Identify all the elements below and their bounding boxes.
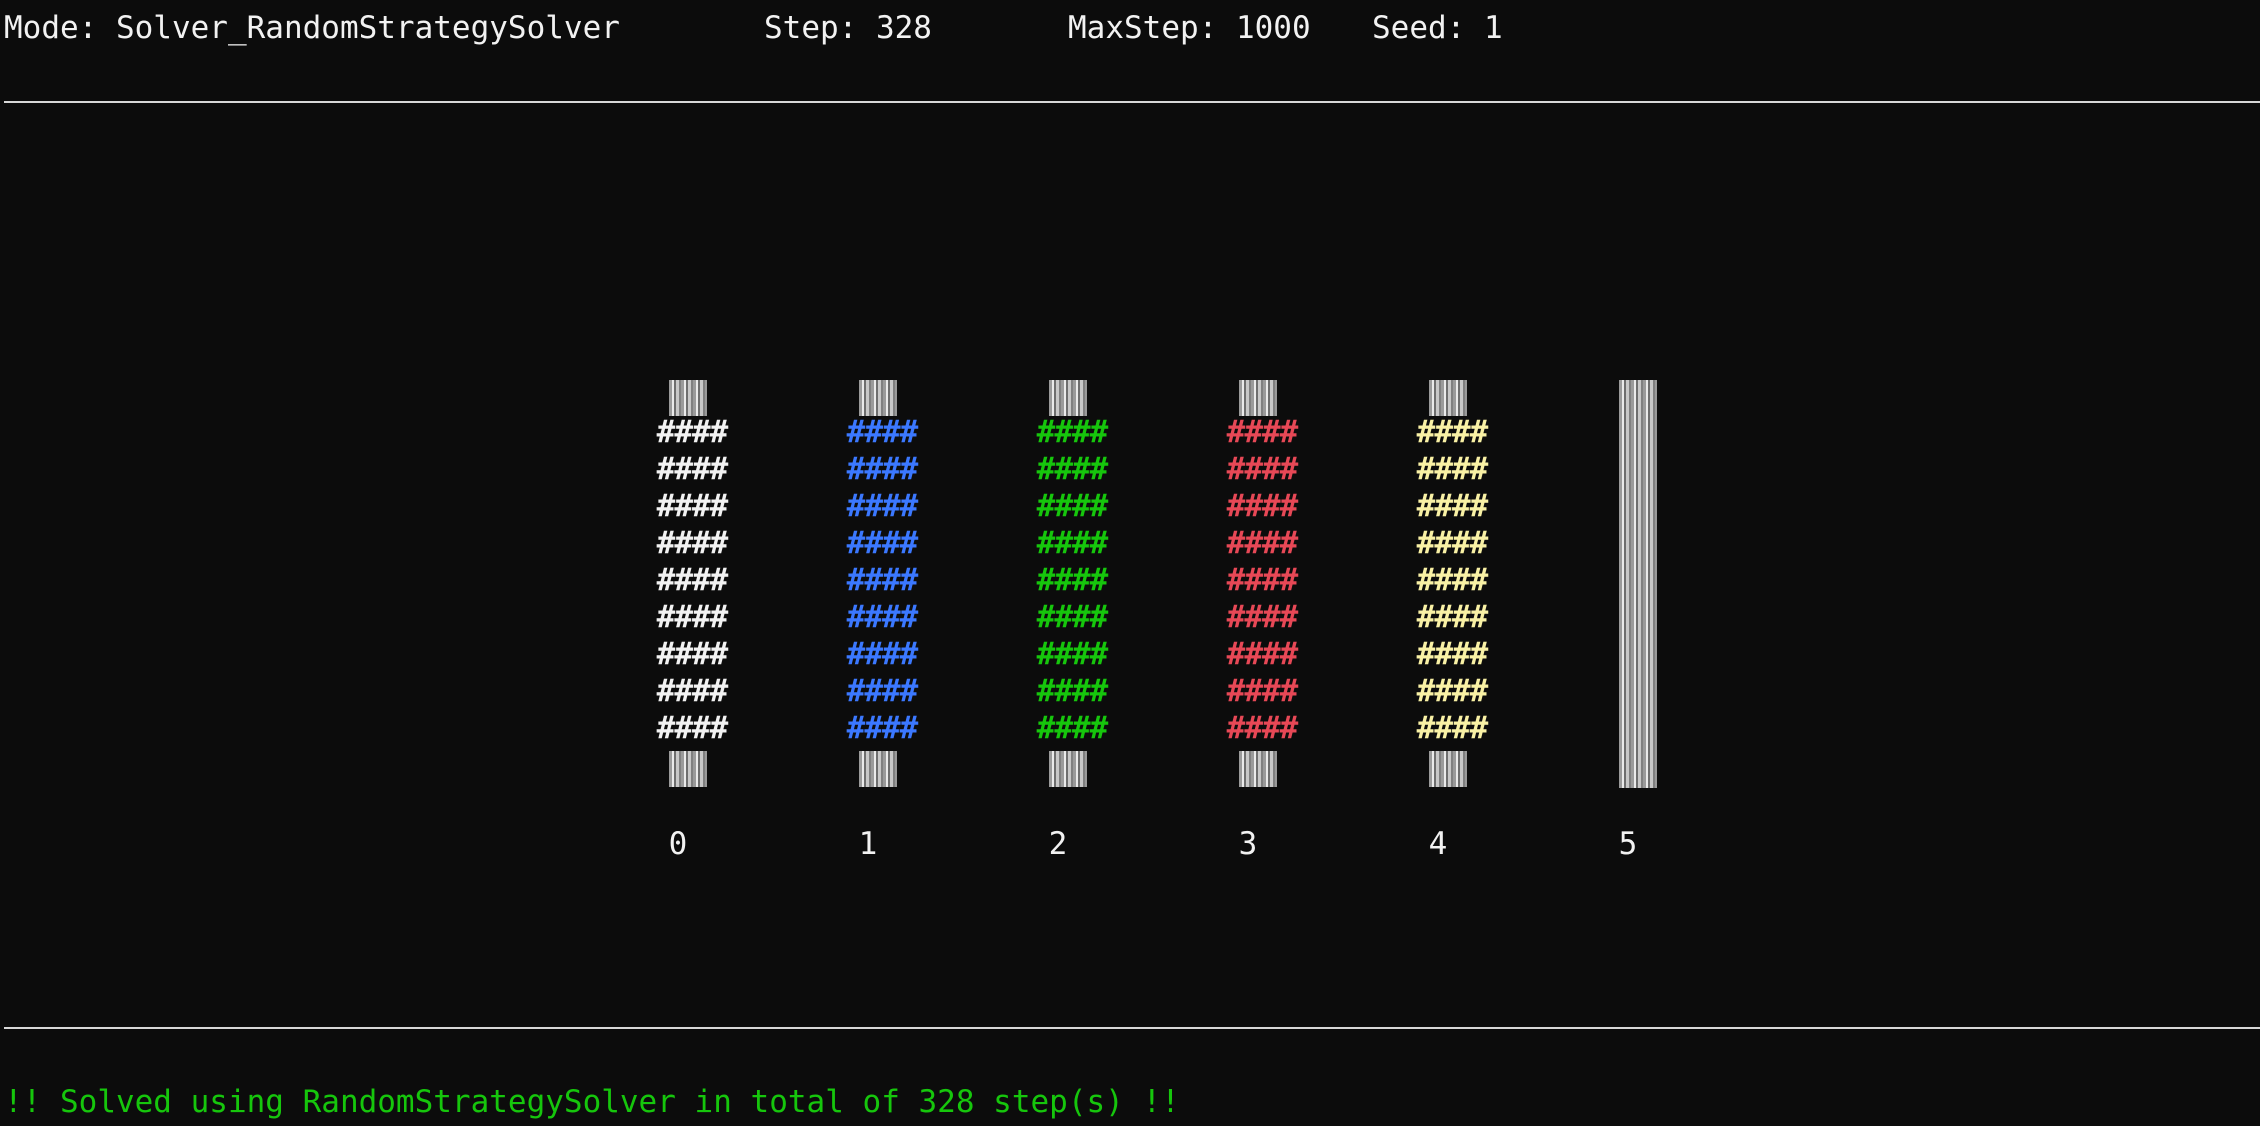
tower-top-cap <box>1239 380 1277 416</box>
disc: #### <box>1226 488 1299 524</box>
disc: #### <box>1036 710 1109 746</box>
disc: #### <box>656 599 729 635</box>
disc: #### <box>1036 599 1109 635</box>
disc: #### <box>1036 562 1109 598</box>
tower-1: #### #### #### #### #### #### #### #### #### <box>827 380 937 790</box>
disc: #### <box>1036 525 1109 561</box>
disc: #### <box>1226 673 1299 709</box>
tower-label: 3 <box>1238 826 1258 862</box>
disc: #### <box>656 636 729 672</box>
disc: #### <box>846 636 919 672</box>
disc: #### <box>846 525 919 561</box>
disc: #### <box>1036 488 1109 524</box>
disc: #### <box>846 673 919 709</box>
disc: #### <box>656 710 729 746</box>
disc: #### <box>656 488 729 524</box>
disc: #### <box>656 451 729 487</box>
tower-bottom-cap <box>669 751 707 787</box>
disc: #### <box>656 525 729 561</box>
tower-label: 4 <box>1428 826 1448 862</box>
tower-label: 1 <box>858 826 878 862</box>
disc: #### <box>846 599 919 635</box>
tower-bottom-cap <box>1429 751 1467 787</box>
disc: #### <box>1226 414 1299 450</box>
disc: #### <box>846 414 919 450</box>
tower-top-cap <box>1049 380 1087 416</box>
tower-bottom-cap <box>1049 751 1087 787</box>
disc: #### <box>656 673 729 709</box>
disc: #### <box>846 562 919 598</box>
bottom-divider <box>4 1027 2260 1029</box>
disc: #### <box>846 488 919 524</box>
tower-label: 2 <box>1048 826 1068 862</box>
tower-top-cap <box>859 380 897 416</box>
tower-bottom-cap <box>1239 751 1277 787</box>
top-divider <box>4 101 2260 103</box>
disc: #### <box>1416 710 1489 746</box>
mode-label: Mode: Solver_RandomStrategySolver <box>4 10 620 46</box>
disc: #### <box>1416 488 1489 524</box>
tower-2: #### #### #### #### #### #### #### #### #### <box>1017 380 1127 790</box>
disc: #### <box>1226 710 1299 746</box>
tower-label: 0 <box>668 826 688 862</box>
tower-4: #### #### #### #### #### #### #### #### #### <box>1397 380 1507 790</box>
disc: #### <box>1416 673 1489 709</box>
tower-top-cap <box>1429 380 1467 416</box>
disc: #### <box>1036 673 1109 709</box>
disc: #### <box>1226 636 1299 672</box>
tower-label: 5 <box>1618 826 1638 862</box>
disc: #### <box>1036 451 1109 487</box>
solved-status-message: !! Solved using RandomStrategySolver in … <box>4 1084 1180 1120</box>
disc: #### <box>1036 636 1109 672</box>
disc: #### <box>1226 451 1299 487</box>
disc: #### <box>1416 414 1489 450</box>
tower-top-cap <box>669 380 707 416</box>
tower-0: #### #### #### #### #### #### #### #### #### <box>637 380 747 790</box>
disc: #### <box>846 451 919 487</box>
disc: #### <box>1226 562 1299 598</box>
disc: #### <box>1416 599 1489 635</box>
tower-5-empty-pole <box>1619 380 1657 788</box>
disc: #### <box>1036 414 1109 450</box>
tower-3: #### #### #### #### #### #### #### #### #### <box>1207 380 1317 790</box>
disc: #### <box>1416 525 1489 561</box>
disc: #### <box>656 414 729 450</box>
disc: #### <box>1226 599 1299 635</box>
disc: #### <box>656 562 729 598</box>
step-counter: Step: 328 <box>764 10 932 46</box>
disc: #### <box>1416 562 1489 598</box>
disc: #### <box>1416 636 1489 672</box>
seed-label: Seed: 1 <box>1372 10 1503 46</box>
disc: #### <box>846 710 919 746</box>
tower-bottom-cap <box>859 751 897 787</box>
disc: #### <box>1416 451 1489 487</box>
disc: #### <box>1226 525 1299 561</box>
max-step-label: MaxStep: 1000 <box>1068 10 1311 46</box>
